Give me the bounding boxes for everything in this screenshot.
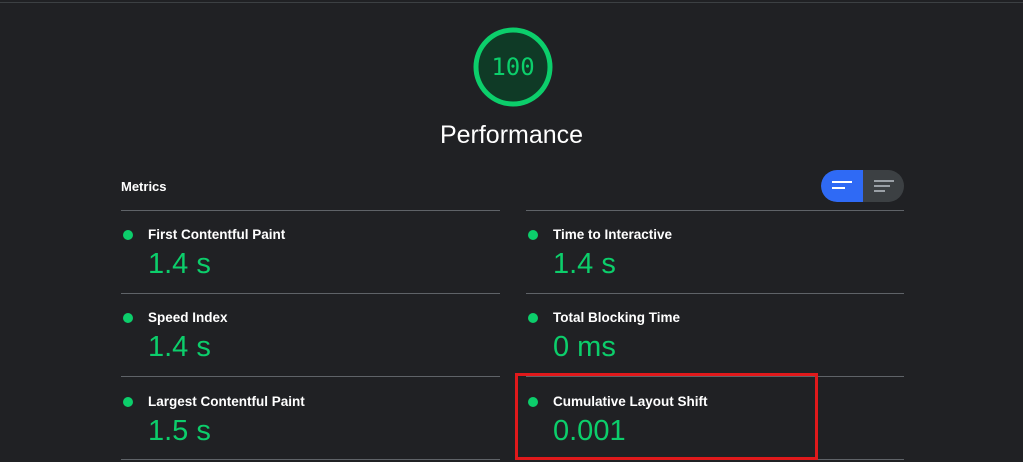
category-title: Performance [439, 121, 584, 149]
score-gauge: 100 [472, 26, 554, 108]
metric-name: Largest Contentful Paint [148, 394, 305, 409]
metrics-divider [121, 376, 500, 377]
lines-list-icon [874, 180, 894, 192]
metric-name: First Contentful Paint [148, 227, 286, 242]
pass-status-icon [528, 230, 538, 240]
list-view-button[interactable] [863, 170, 904, 202]
pass-status-icon [123, 313, 133, 323]
metric-value: 1.5 s [148, 415, 211, 447]
metric-value: 0 ms [553, 331, 616, 363]
score-value: 100 [491, 53, 535, 81]
metric-value: 1.4 s [148, 248, 211, 280]
metric-largest-contentful-paint: Largest Contentful Paint 1.5 s [121, 378, 501, 460]
metric-total-blocking-time: Total Blocking Time 0 ms [526, 294, 906, 376]
lines-expanded-icon [832, 181, 852, 189]
pass-status-icon [123, 230, 133, 240]
pass-status-icon [123, 397, 133, 407]
metrics-view-toggle[interactable] [821, 170, 904, 202]
metric-name: Total Blocking Time [553, 310, 681, 325]
metric-speed-index: Speed Index 1.4 s [121, 294, 501, 376]
metric-name: Time to Interactive [553, 227, 673, 242]
metric-first-contentful-paint: First Contentful Paint 1.4 s [121, 211, 501, 293]
highlight-annotation-box [515, 373, 818, 460]
metric-time-to-interactive: Time to Interactive 1.4 s [526, 211, 906, 293]
expanded-view-button[interactable] [821, 170, 863, 202]
metric-value: 1.4 s [553, 248, 616, 280]
metric-name: Speed Index [148, 310, 228, 325]
metric-value: 1.4 s [148, 331, 211, 363]
top-divider [0, 2, 1023, 3]
pass-status-icon [528, 313, 538, 323]
metrics-heading: Metrics [121, 179, 167, 194]
